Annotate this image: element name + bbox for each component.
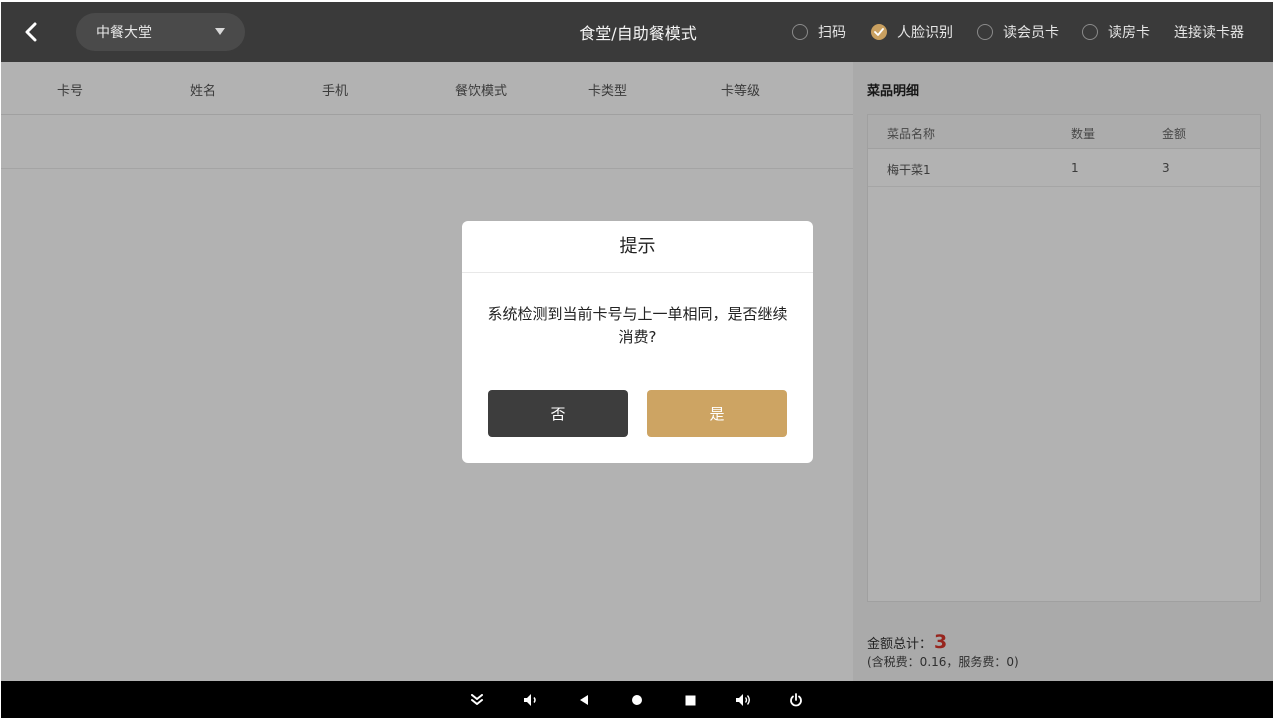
recents-icon[interactable] <box>680 690 700 710</box>
radio-checked-icon <box>871 24 887 40</box>
dialog-message: 系统检测到当前卡号与上一单相同，是否继续消费? <box>487 305 788 346</box>
top-bar: 中餐大堂 食堂/自助餐模式 扫码 人脸识别 读会员卡 读房卡 连接读卡器 <box>1 2 1273 62</box>
power-icon[interactable] <box>786 690 806 710</box>
mode-radio-scan[interactable]: 扫码 <box>792 22 846 42</box>
app-window: 中餐大堂 食堂/自助餐模式 扫码 人脸识别 读会员卡 读房卡 连接读卡器 卡号 … <box>1 2 1273 718</box>
volume-up-icon[interactable] <box>733 690 753 710</box>
mode-radio-member-card[interactable]: 读会员卡 <box>977 22 1059 42</box>
system-nav-bar <box>1 681 1273 718</box>
home-icon[interactable] <box>627 690 647 710</box>
mode-label: 读房卡 <box>1108 25 1150 41</box>
back-icon[interactable] <box>574 690 594 710</box>
hall-select[interactable]: 中餐大堂 <box>76 13 245 51</box>
no-button[interactable]: 否 <box>488 390 628 437</box>
hall-select-value: 中餐大堂 <box>96 25 152 41</box>
mode-radio-face[interactable]: 人脸识别 <box>871 22 953 42</box>
radio-unchecked-icon <box>792 24 808 40</box>
mode-radio-room-card[interactable]: 读房卡 <box>1082 22 1150 42</box>
page-title: 食堂/自助餐模式 <box>579 24 697 43</box>
mode-label: 人脸识别 <box>897 25 953 41</box>
radio-unchecked-icon <box>977 24 993 40</box>
dropdown-caret-icon <box>215 28 225 35</box>
connect-reader-button[interactable]: 连接读卡器 <box>1174 22 1244 42</box>
yes-button[interactable]: 是 <box>647 390 787 437</box>
mode-label: 读会员卡 <box>1003 25 1059 41</box>
volume-down-icon[interactable] <box>521 690 541 710</box>
radio-unchecked-icon <box>1082 24 1098 40</box>
back-arrow-icon[interactable] <box>19 20 43 44</box>
confirm-dialog: 提示 系统检测到当前卡号与上一单相同，是否继续消费? 否 是 <box>462 221 813 463</box>
dialog-title: 提示 <box>462 221 813 273</box>
mode-label: 扫码 <box>818 25 846 41</box>
collapse-icon[interactable] <box>467 690 487 710</box>
